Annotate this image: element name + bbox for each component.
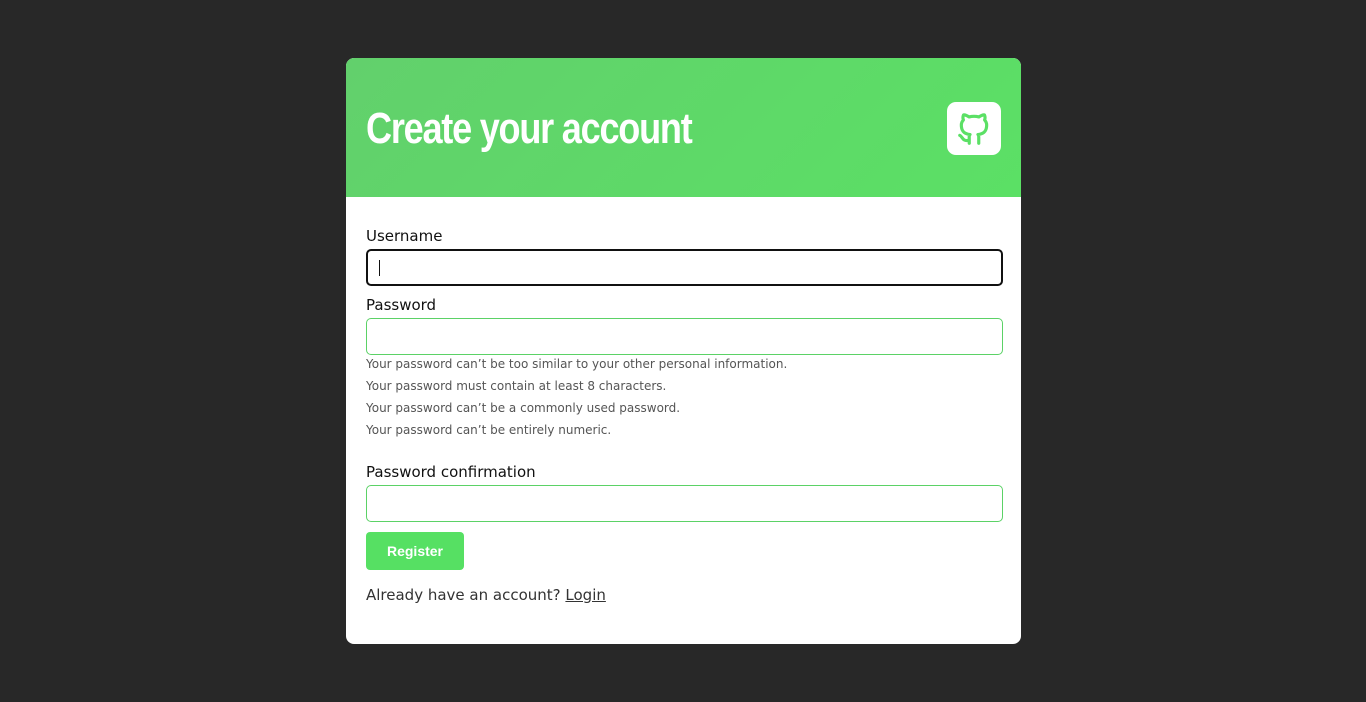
register-button[interactable]: Register xyxy=(366,532,464,570)
github-icon xyxy=(947,102,1001,155)
password-confirmation-input[interactable] xyxy=(366,485,1003,522)
card-header: Create your account xyxy=(346,58,1021,197)
password-help-similar: Your password can’t be too similar to yo… xyxy=(366,357,788,371)
login-prompt: Already have an account? Login xyxy=(366,586,606,604)
password-confirmation-label: Password confirmation xyxy=(366,463,536,481)
text-caret xyxy=(379,260,380,276)
password-label: Password xyxy=(366,296,437,314)
page-title: Create your account xyxy=(366,104,693,153)
password-help-numeric: Your password can’t be entirely numeric. xyxy=(366,423,612,437)
password-input[interactable] xyxy=(366,318,1003,355)
login-prompt-text: Already have an account? xyxy=(366,586,561,604)
username-label: Username xyxy=(366,227,443,245)
password-help-common: Your password can’t be a commonly used p… xyxy=(366,401,681,415)
register-card: Create your account Username Password Yo… xyxy=(346,58,1021,644)
login-link[interactable]: Login xyxy=(565,586,605,604)
username-input[interactable] xyxy=(366,249,1003,286)
password-help-length: Your password must contain at least 8 ch… xyxy=(366,379,667,393)
